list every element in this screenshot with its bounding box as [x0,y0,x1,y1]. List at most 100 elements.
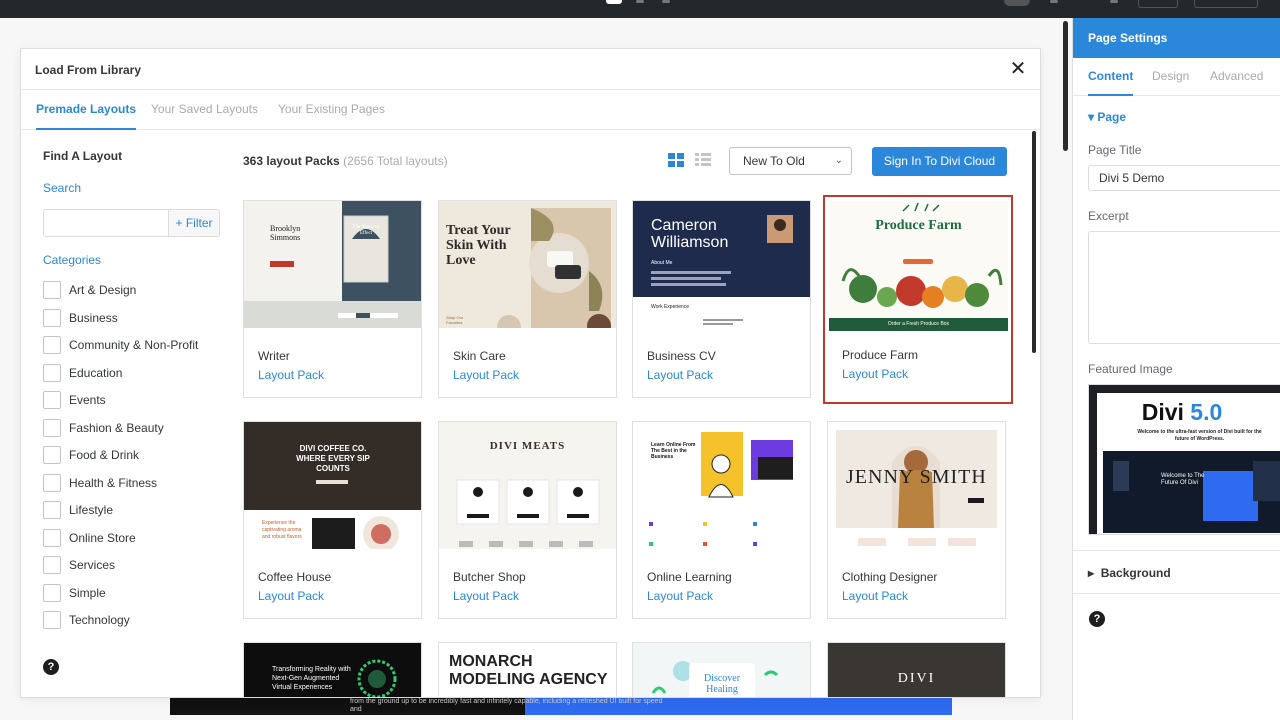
checkbox[interactable] [43,529,61,547]
help-icon[interactable]: ? [43,659,59,675]
tab-advanced[interactable]: Advanced [1210,58,1263,96]
category-health-fitness[interactable]: Health & Fitness [43,473,157,493]
sort-select[interactable]: New To Old ⌄ [729,147,852,175]
category-business[interactable]: Business [43,308,118,328]
card-sub: Layout Pack [453,368,520,382]
checkbox[interactable] [43,556,61,574]
business-cv-thumb-heading: Cameron Williamson [651,217,729,251]
category-services[interactable]: Services [43,555,115,575]
page-title-input[interactable]: Divi 5 Demo [1088,165,1280,191]
checkbox[interactable] [43,611,61,629]
checkbox[interactable] [43,446,61,464]
ar-thumb-heading: Transforming Reality with Next-Gen Augme… [272,666,351,691]
category-community[interactable]: Community & Non-Profit [43,335,198,355]
search-label: Search [43,181,82,195]
layout-card-business-cv[interactable]: Cameron Williamson About Me Work Experie… [632,200,811,398]
layout-card-skin-care[interactable]: Treat Your Skin With Love Shop Our Favor… [438,200,617,398]
section-background-label: Background [1100,566,1171,580]
tab-content[interactable]: Content [1088,58,1134,96]
category-art-design[interactable]: Art & Design [43,280,136,300]
section-background-toggle[interactable]: ▸ Background [1088,566,1171,580]
canvas-scrollbar[interactable] [1063,21,1068,151]
category-simple[interactable]: Simple [43,583,106,603]
card-name: Produce Farm [842,348,919,362]
coffee-house-thumbnail: DIVI COFFEE CO. WHERE EVERY SIP COUNTS E… [244,422,421,549]
preview-text: from the ground up to be incredibly fast… [350,698,663,713]
layout-card-writer[interactable]: Brooklyn Simmons The Monarch Effect Writ… [243,200,422,398]
layout-card-coffee-house[interactable]: DIVI COFFEE CO. WHERE EVERY SIP COUNTS E… [243,421,422,619]
checkbox[interactable] [43,309,61,327]
card-name: Writer [258,349,290,363]
featured-tagline: Welcome to the ultra-fast version of Div… [1137,429,1262,442]
tab-saved-layouts[interactable]: Your Saved Layouts [151,90,258,130]
filter-button[interactable]: + Filter [168,209,220,237]
layout-card-online-learning[interactable]: Learn Online From The Best in the Busine… [632,421,811,619]
clothing-designer-thumbnail: JENNY SMITH [828,422,1005,549]
category-education[interactable]: Education [43,363,122,383]
writer-thumbnail: Brooklyn Simmons The Monarch Effect [244,201,421,328]
tablet-view-icon[interactable] [636,0,644,3]
produce-farm-thumbnail: Produce Farm Order a Fresh Produce Box [829,201,1008,331]
checkbox[interactable] [43,336,61,354]
layout-card[interactable]: Transforming Reality with Next-Gen Augme… [243,642,422,697]
sign-in-divi-cloud-button[interactable]: Sign In To Divi Cloud [872,147,1007,176]
section-page-label: Page [1097,110,1127,124]
help-icon[interactable]: ? [1089,611,1105,627]
category-lifestyle[interactable]: Lifestyle [43,500,113,520]
close-icon[interactable]: ✕ [1008,59,1028,79]
section-page-toggle[interactable]: ▾ Page [1088,110,1126,124]
layout-card[interactable]: MONARCH MODELING AGENCY [438,642,617,697]
checkbox[interactable] [43,474,61,492]
category-events[interactable]: Events [43,390,106,410]
coffee-house-thumb-blurb: Experience the captivating aroma and rob… [262,520,302,540]
layout-card[interactable]: DIVI [827,642,1006,697]
card-name: Coffee House [258,570,332,584]
featured-image[interactable]: Divi 5.0 Welcome to the ultra-fast versi… [1088,384,1280,535]
tab-premade-layouts[interactable]: Premade Layouts [36,90,137,130]
layout-card-butcher-shop[interactable]: DIVI MEATS Butcher Shop Layout Pack [438,421,617,619]
card-sub: Layout Pack [647,368,714,382]
checkbox[interactable] [43,281,61,299]
category-technology[interactable]: Technology [43,610,130,630]
toggle-switch[interactable] [1004,0,1030,6]
card-name: Clothing Designer [842,570,938,584]
checkbox[interactable] [43,391,61,409]
pin-icon[interactable] [1050,0,1058,3]
excerpt-textarea[interactable] [1088,231,1280,344]
layout-card-clothing-designer[interactable]: JENNY SMITH Clothing Designer Layout Pac… [827,421,1006,619]
online-learning-thumb-heading: Learn Online From The Best in the Busine… [651,442,696,460]
tab-existing-pages[interactable]: Your Existing Pages [278,90,385,130]
online-learning-thumbnail: Learn Online From The Best in the Busine… [633,422,810,549]
layout-card-produce-farm[interactable]: Produce Farm Order a Fresh Produce Box P… [823,195,1013,404]
page-settings-panel: Page Settings Content Design Advanced ▾ … [1072,18,1280,720]
layout-card[interactable]: Discover Healing [632,642,811,697]
butcher-shop-thumbnail: DIVI MEATS [439,422,616,549]
grid-view-icon[interactable] [668,153,684,167]
checkbox[interactable] [43,501,61,519]
monarch-thumb-heading: MONARCH MODELING AGENCY [449,653,608,688]
category-food-drink[interactable]: Food & Drink [43,445,139,465]
divider [1073,593,1280,594]
tab-design[interactable]: Design [1152,58,1189,96]
layout-count: 363 layout Packs (2656 Total layouts) [243,154,448,168]
writer-thumb-book: The Monarch Effect [352,225,380,236]
divi-thumb-heading: DIVI [897,671,936,686]
save-button[interactable] [1194,0,1258,8]
monarch-thumbnail: MONARCH MODELING AGENCY [439,643,616,697]
list-view-icon[interactable] [695,153,711,167]
search-input[interactable] [43,209,169,237]
toolbar-button[interactable] [1138,0,1178,8]
desktop-view-icon[interactable] [606,0,622,4]
caret-down-icon: ▾ [1088,110,1095,124]
checkbox[interactable] [43,584,61,602]
sort-value: New To Old [743,154,805,168]
checkbox[interactable] [43,364,61,382]
ar-thumbnail: Transforming Reality with Next-Gen Augme… [244,643,421,697]
featured-image-slide: Divi 5.0 Welcome to the ultra-fast versi… [1097,393,1280,534]
history-icon[interactable] [1110,0,1118,3]
modal-scrollbar[interactable] [1032,131,1036,353]
phone-view-icon[interactable] [662,0,670,3]
checkbox[interactable] [43,419,61,437]
category-fashion-beauty[interactable]: Fashion & Beauty [43,418,164,438]
category-online-store[interactable]: Online Store [43,528,136,548]
